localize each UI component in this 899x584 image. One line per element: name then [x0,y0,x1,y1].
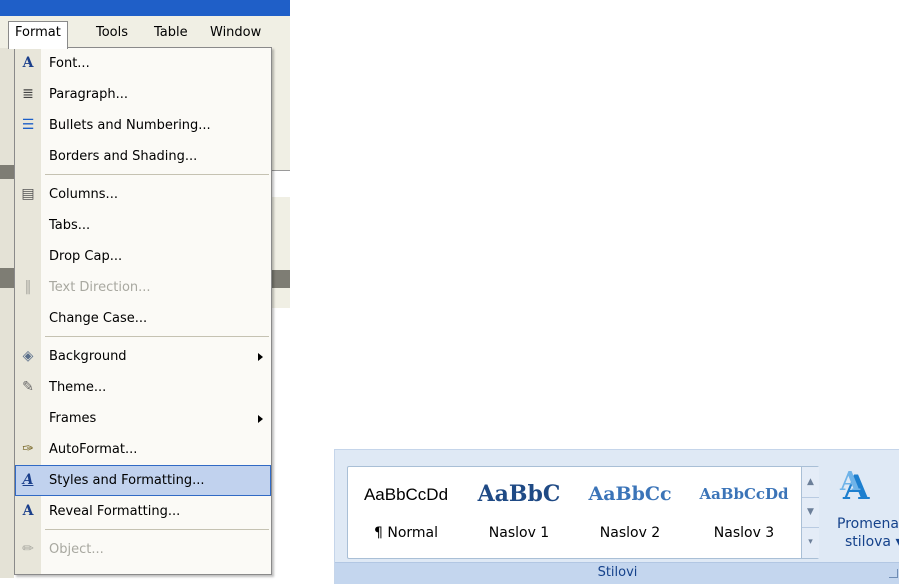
style-name: ¶ Normal [373,525,438,541]
menu-item-label: Frames [49,411,97,426]
paragraph-icon: ≣ [22,86,34,102]
style-tile-naslov-3[interactable]: AaBbCcDd Naslov 3 [692,471,796,553]
menu-item-label: Paragraph... [49,87,128,102]
gallery-scroll-down-icon[interactable]: ▼ [802,497,819,528]
theme-icon: ✎ [22,379,34,395]
style-name: Naslov 3 [713,525,775,541]
menu-item-label: Reveal Formatting... [49,504,181,519]
text-direction-icon: ‖ [24,279,32,295]
submenu-arrow-icon [258,415,263,423]
menu-item-label: Borders and Shading... [49,149,198,164]
menu-item-label: Theme... [49,380,107,395]
menu-tools[interactable]: Tools [90,22,134,44]
style-name: Naslov 1 [488,525,550,541]
menu-bar: Format Tools Table Window [0,16,290,49]
font-icon: A [22,55,34,71]
gallery-scrollbar: ▲ ▼ ▾ [801,467,819,558]
reveal-formatting-icon: A [22,503,34,519]
menu-item-label: Styles and Formatting... [49,473,205,488]
menu-item-label: Text Direction... [49,280,151,295]
menu-separator [45,174,269,175]
style-tile-normal[interactable]: AaBbCcDd ¶ Normal [352,471,460,553]
quick-styles-gallery: AaBbCcDd ¶ Normal AaBbC Naslov 1 AaBbCc … [347,466,819,559]
change-styles-label-line2: stilova ▾ [845,534,899,550]
style-sample: AaBbCcDd [699,485,789,503]
menu-item-theme[interactable]: ✎ Theme... [15,372,271,403]
title-bar-strip [0,0,290,16]
toolbar-stripe [0,268,14,288]
menu-item-autoformat[interactable]: ✑ AutoFormat... [15,434,271,465]
menu-item-background[interactable]: ◈ Background [15,341,271,372]
menu-separator [45,336,269,337]
gallery-scroll-up-icon[interactable]: ▲ [802,467,819,498]
object-icon: ✏ [22,541,34,557]
styles-icon: A [22,472,34,488]
menu-item-change-case[interactable]: Change Case... [15,303,271,334]
menu-item-reveal-formatting[interactable]: A Reveal Formatting... [15,496,271,527]
format-menu: A Font... ≣ Paragraph... ☰ Bullets and N… [14,47,272,575]
style-sample: AaBbCc [588,483,672,505]
group-caption: Stilovi [597,565,638,580]
menu-item-label: AutoFormat... [49,442,138,457]
change-styles-label-line1: Promena [837,516,899,532]
menu-item-styles-formatting[interactable]: A Styles and Formatting... [15,465,271,496]
menu-item-drop-cap[interactable]: Drop Cap... [15,241,271,272]
menu-item-label: Columns... [49,187,118,202]
menu-window[interactable]: Window [204,22,267,44]
menu-item-label: Font... [49,56,90,71]
style-sample: AaBbC [477,481,561,507]
menu-item-frames[interactable]: Frames [15,403,271,434]
menu-item-bullets-numbering[interactable]: ☰ Bullets and Numbering... [15,110,271,141]
background-icon: ◈ [22,348,34,364]
columns-icon: ▤ [21,186,35,202]
menu-item-label: Bullets and Numbering... [49,118,211,133]
menu-item-label: Background [49,349,127,364]
style-sample: AaBbCcDd [363,485,449,504]
ribbon-styles-group: AaBbCcDd ¶ Normal AaBbC Naslov 1 AaBbCc … [334,449,899,584]
menu-item-tabs[interactable]: Tabs... [15,210,271,241]
menu-item-label: Drop Cap... [49,249,123,264]
menu-item-label: Object... [49,542,104,557]
gallery-more-icon[interactable]: ▾ [802,527,819,557]
change-styles-button[interactable]: AA Promena stilova ▾ [825,466,899,561]
document-background-left [0,48,14,578]
style-tile-naslov-2[interactable]: AaBbCc Naslov 2 [580,471,680,553]
menu-item-paragraph[interactable]: ≣ Paragraph... [15,79,271,110]
bullets-icon: ☰ [21,117,35,133]
autoformat-icon: ✑ [22,441,34,457]
style-name: Naslov 2 [599,525,661,541]
ruler-stripe [0,165,14,179]
menu-format[interactable]: Format [8,21,68,49]
menu-separator [45,529,269,530]
menu-item-label: Change Case... [49,311,148,326]
group-footer: Stilovi [335,562,899,584]
document-background-right [272,48,290,308]
dialog-launcher-icon[interactable] [889,569,898,578]
style-tile-naslov-1[interactable]: AaBbC Naslov 1 [464,471,574,553]
menu-item-object: ✏ Object... [15,534,271,565]
menu-item-columns[interactable]: ▤ Columns... [15,179,271,210]
menu-table[interactable]: Table [148,22,194,44]
menu-item-label: Tabs... [49,218,91,233]
change-styles-icon: AA [840,467,870,508]
menu-item-text-direction: ‖ Text Direction... [15,272,271,303]
menu-item-font[interactable]: A Font... [15,48,271,79]
submenu-arrow-icon [258,353,263,361]
menu-item-borders-shading[interactable]: Borders and Shading... [15,141,271,172]
